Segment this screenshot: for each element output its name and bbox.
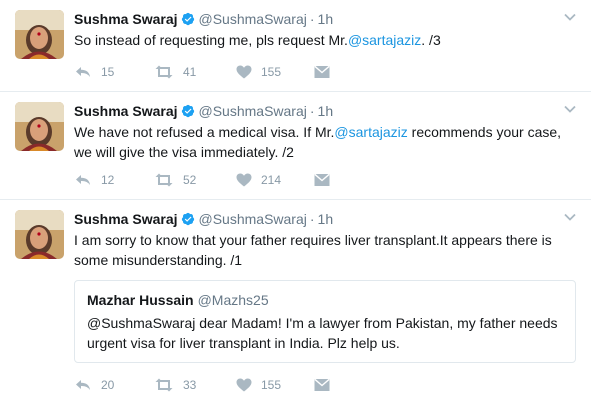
display-name[interactable]: Sushma Swaraj xyxy=(74,211,178,227)
direct-message-button[interactable] xyxy=(314,376,330,394)
verified-badge-icon xyxy=(181,12,194,26)
envelope-icon xyxy=(314,173,330,186)
heart-icon xyxy=(236,378,252,392)
tweet-text: So instead of requesting me, pls request… xyxy=(74,30,574,50)
separator: · xyxy=(309,11,315,27)
retweet-button[interactable]: 33 xyxy=(154,376,196,394)
reply-count: 12 xyxy=(101,173,115,187)
like-count: 155 xyxy=(261,378,282,392)
tweet-header: Sushma Swaraj @SushmaSwaraj · 1h xyxy=(74,210,333,228)
quoted-tweet-header: Mazhar Hussain @Mazhs25 xyxy=(87,292,269,308)
like-button[interactable]: 214 xyxy=(236,171,281,189)
handle[interactable]: @SushmaSwaraj xyxy=(199,11,307,27)
display-name[interactable]: Sushma Swaraj xyxy=(74,11,178,27)
envelope-icon xyxy=(314,378,330,391)
chevron-down-icon[interactable] xyxy=(563,210,577,224)
tweet-text: I am sorry to know that your father requ… xyxy=(74,232,552,268)
verified-badge-icon xyxy=(181,104,194,118)
tweet-text-part: We have not refused a medical visa. If M… xyxy=(74,124,335,140)
retweet-icon xyxy=(155,65,173,79)
tweet-text-part: So instead of requesting me, pls request… xyxy=(74,32,348,48)
reply-button[interactable]: 15 xyxy=(74,63,114,81)
reply-count: 15 xyxy=(101,65,115,79)
mention-link[interactable]: @sartajaziz xyxy=(334,124,407,140)
retweet-count: 33 xyxy=(183,378,197,392)
chevron-down-icon[interactable] xyxy=(563,102,577,116)
reply-icon xyxy=(76,67,90,77)
like-count: 155 xyxy=(261,65,282,79)
avatar[interactable] xyxy=(15,10,64,59)
timestamp[interactable]: 1h xyxy=(318,211,334,227)
tweet[interactable]: Sushma Swaraj @SushmaSwaraj · 1h We have no… xyxy=(0,92,591,200)
tweet-text: We have not refused a medical visa. If M… xyxy=(74,122,579,162)
handle[interactable]: @SushmaSwaraj xyxy=(199,103,307,119)
quoted-handle: @Mazhs25 xyxy=(197,292,269,308)
quoted-display-name: Mazhar Hussain xyxy=(87,292,194,308)
heart-icon xyxy=(236,173,252,187)
retweet-icon xyxy=(155,378,173,392)
heart-icon xyxy=(236,65,252,79)
avatar[interactable] xyxy=(15,102,64,151)
direct-message-button[interactable] xyxy=(314,63,330,81)
chevron-down-icon[interactable] xyxy=(563,10,577,24)
timeline: Sushma Swaraj @SushmaSwaraj · 1h So instead… xyxy=(0,0,591,404)
retweet-button[interactable]: 41 xyxy=(154,63,196,81)
timestamp[interactable]: 1h xyxy=(318,11,334,27)
like-button[interactable]: 155 xyxy=(236,376,281,394)
handle[interactable]: @SushmaSwaraj xyxy=(199,211,307,227)
mention-link[interactable]: @sartajaziz xyxy=(348,32,421,48)
tweet-header: Sushma Swaraj @SushmaSwaraj · 1h xyxy=(74,102,333,120)
envelope-icon xyxy=(314,65,330,78)
like-button[interactable]: 155 xyxy=(236,63,281,81)
separator: · xyxy=(309,103,315,119)
tweet[interactable]: Sushma Swaraj @SushmaSwaraj · 1h So instead… xyxy=(0,0,591,92)
retweet-count: 41 xyxy=(183,65,197,79)
display-name[interactable]: Sushma Swaraj xyxy=(74,103,178,119)
retweet-button[interactable]: 52 xyxy=(154,171,196,189)
timestamp[interactable]: 1h xyxy=(318,103,334,119)
reply-button[interactable]: 12 xyxy=(74,171,114,189)
reply-count: 20 xyxy=(101,378,115,392)
separator: · xyxy=(309,211,315,227)
reply-button[interactable]: 20 xyxy=(74,376,114,394)
direct-message-button[interactable] xyxy=(314,171,330,189)
retweet-icon xyxy=(155,173,173,187)
tweet-header: Sushma Swaraj @SushmaSwaraj · 1h xyxy=(74,10,333,28)
quoted-tweet[interactable]: Mazhar Hussain @Mazhs25 @SushmaSwaraj dea… xyxy=(74,280,576,363)
tweet-text-part: . /3 xyxy=(421,32,441,48)
avatar[interactable] xyxy=(15,210,64,259)
like-count: 214 xyxy=(261,173,282,187)
reply-icon xyxy=(76,175,90,185)
tweet[interactable]: Sushma Swaraj @SushmaSwaraj · 1h I am sorry… xyxy=(0,200,591,404)
retweet-count: 52 xyxy=(183,173,197,187)
reply-icon xyxy=(76,380,90,390)
quoted-tweet-text: @SushmaSwaraj dear Madam! I'm a lawyer f… xyxy=(87,315,558,351)
verified-badge-icon xyxy=(181,212,194,226)
